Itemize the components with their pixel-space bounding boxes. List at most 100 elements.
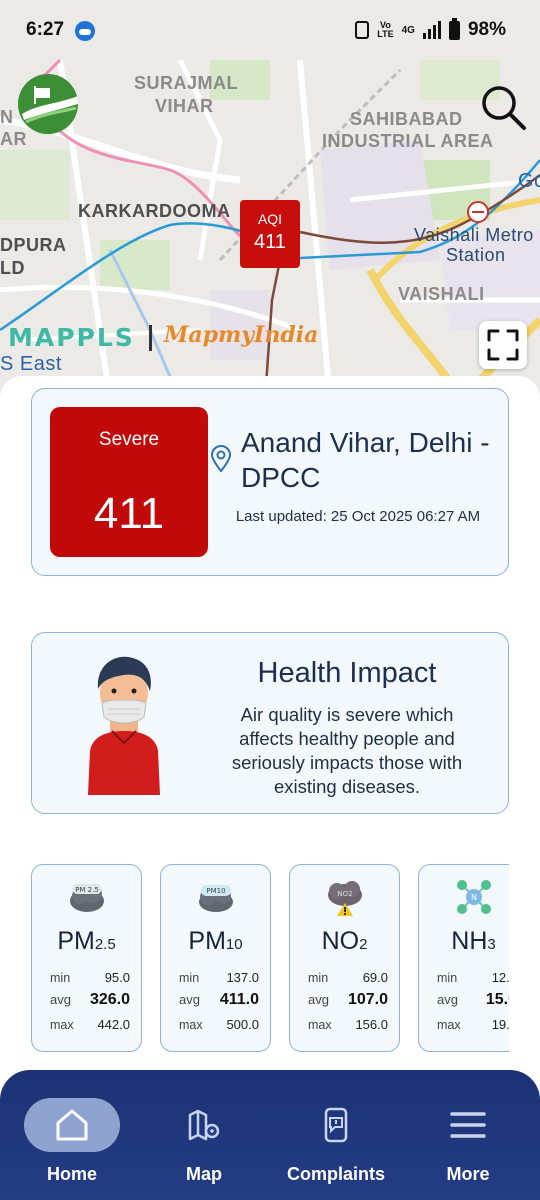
nav-home-label: Home [46,1164,97,1184]
health-impact-card: Health Impact Air quality is severe whic… [31,632,509,814]
nav-complaints-pill [288,1098,384,1152]
pollutant-max-row: max 19.0 [437,1017,509,1032]
nav-more-pill [420,1098,516,1152]
home-icon [56,1109,88,1141]
pollutant-subscript: 3 [487,936,496,953]
nh3-molecule-icon: N [457,880,491,914]
pollutant-min-row: min 69.0 [308,970,388,985]
max-value: 19.0 [491,1017,509,1032]
pollutant-name: PM10 [161,927,270,956]
map-label-vaishali: VAISHALI [398,284,485,304]
pm10-cloud-icon: PM10 [199,885,233,912]
pollutant-max-row: max 500.0 [179,1017,259,1032]
pollutant-avg-row: avg 15.0 [437,991,509,1009]
pollutant-subscript: 2.5 [94,936,116,953]
map-label-vihar: VIHAR [155,96,214,116]
network-type-label: 4G [401,24,415,36]
pollutant-min-row: min 137.0 [179,970,259,985]
nav-more[interactable]: More [408,1094,528,1194]
min-value: 12.0 [491,970,509,985]
aqi-summary-card[interactable]: Severe 411 Anand Vihar, Delhi - DPCC Las… [31,388,509,576]
pm10-icon-text: PM10 [206,887,225,895]
masked-person-illustration [88,656,160,795]
expand-icon [487,329,519,361]
avg-label: avg [50,992,71,1007]
max-label: max [308,1018,332,1032]
bottom-navigation: Home Map Complaints More [0,1070,540,1200]
map-label-ld: LD [0,258,25,278]
complaint-phone-icon [324,1107,348,1143]
fullscreen-map-button[interactable] [479,321,527,369]
aqi-marker-label: AQI [257,211,283,227]
status-bar: 6:27 Vo LTE 4G 98% [0,0,540,60]
min-label: min [437,971,458,985]
attribution-separator [149,325,152,351]
min-value: 95.0 [104,970,130,985]
aqi-badge: Severe 411 [50,407,208,557]
pollutant-card-pm10[interactable]: PM10 PM10 min 137.0 avg 411.0 max 500.0 [160,864,271,1052]
max-label: max [50,1018,74,1032]
nav-map-pill [156,1098,252,1152]
health-impact-title: Health Impact [257,657,437,689]
map-label-karkardooma: KARKARDOOMA [78,201,231,221]
pollutant-card-nh3[interactable]: N NH3 min 12.0 avg 15.0 max 19.0 [418,864,509,1052]
avg-value: 411.0 [219,991,259,1008]
nav-home-pill [24,1098,120,1152]
details-sheet[interactable]: Severe 411 Anand Vihar, Delhi - DPCC Las… [0,376,540,1076]
min-value: 69.0 [362,970,388,985]
nh3-icon-text: N [471,893,477,902]
nav-complaints[interactable]: Complaints [276,1094,396,1194]
battery-icon [448,17,460,40]
pollutant-avg-row: avg 326.0 [50,991,130,1009]
app-logo-icon [18,74,78,134]
mapmyindia-logo: MapmyIndia [164,322,319,348]
nav-complaints-label: Complaints [286,1164,385,1184]
app-logo [18,74,78,134]
map-label-station: Station [446,245,506,265]
avg-value: 15.0 [485,991,509,1008]
pollutant-carousel[interactable]: PM 2.5 PM2.5 min 95.0 avg 326.0 max 442.0 P… [31,864,509,1054]
aqi-map-marker[interactable]: AQI 411 [240,200,300,268]
pollutant-card-no2[interactable]: NO2 NO2 min 69.0 avg 107.0 max 156.0 [289,864,400,1052]
min-label: min [308,971,329,985]
nav-more-label: More [446,1164,490,1184]
map-label-n: N [0,107,14,127]
pollutant-name: NH3 [419,927,509,956]
map-label-vaishali-metro: Vaishali Metro [414,225,534,245]
search-icon [482,86,526,130]
avg-value: 107.0 [347,991,388,1008]
pollutant-card-pm25[interactable]: PM 2.5 PM2.5 min 95.0 avg 326.0 max 442.0 [31,864,142,1052]
pollutant-avg-row: avg 411.0 [179,991,259,1009]
map-label-go: Go [518,170,540,192]
pollutant-name: NO2 [290,927,399,956]
health-impact-text: Air quality is severe which affects heal… [231,704,463,797]
min-value: 137.0 [226,970,259,985]
min-label: min [50,971,71,985]
pollutant-formula: NH [451,927,488,955]
aqi-category: Severe [98,429,160,450]
volte-icon: Vo LTE [377,20,394,39]
search-button[interactable] [478,82,528,132]
max-label: max [179,1018,203,1032]
aqi-marker-value: 411 [254,231,286,253]
avg-label: avg [179,992,200,1007]
mappls-logo: MAPPLS [8,323,135,352]
pollutant-avg-row: avg 107.0 [308,991,388,1009]
map-view[interactable]: SURAJMAL VIHAR SAHIBABAD INDUSTRIAL AREA… [0,0,540,400]
weather-cloud-icon [75,21,95,41]
avg-label: avg [308,992,329,1007]
pollutant-max-row: max 156.0 [308,1017,388,1032]
battery-percent: 98% [467,19,506,40]
pollutant-formula: PM [57,927,95,955]
nav-home[interactable]: Home [12,1094,132,1194]
pollutant-min-row: min 12.0 [437,970,509,985]
menu-icon [450,1112,486,1138]
nav-map[interactable]: Map [144,1094,264,1194]
map-label-industrial-area: INDUSTRIAL AREA [322,131,494,151]
status-time: 6:27 [26,19,65,40]
station-name: Anand Vihar, Delhi - DPCC [241,427,490,493]
max-label: max [437,1018,461,1032]
max-value: 442.0 [97,1017,130,1032]
no2-icon-text: NO2 [337,890,352,898]
pollutant-min-row: min 95.0 [50,970,130,985]
